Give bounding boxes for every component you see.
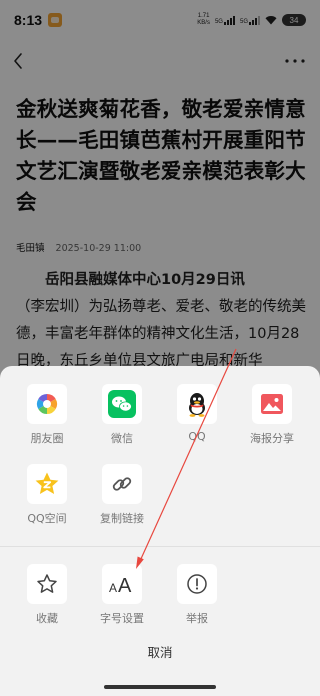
share-wechat-button[interactable]: 微信	[89, 384, 155, 446]
share-qq-button[interactable]: QQ	[164, 384, 230, 443]
wechat-icon	[108, 390, 136, 418]
favorite-button[interactable]: 收藏	[14, 564, 80, 626]
share-moments-label: 朋友圈	[30, 432, 64, 445]
share-poster-button[interactable]: 海报分享	[239, 384, 305, 446]
sheet-divider	[0, 546, 320, 547]
share-moments-button[interactable]: 朋友圈	[14, 384, 80, 446]
share-wechat-label: 微信	[111, 432, 133, 445]
report-icon	[187, 574, 207, 594]
font-size-glyph-small: A	[109, 581, 117, 594]
copy-link-button[interactable]: 复制链接	[89, 464, 155, 526]
share-qzone-label: QQ空间	[27, 512, 67, 525]
font-size-icon: A A	[109, 575, 132, 594]
font-size-glyph-large: A	[118, 575, 132, 594]
font-size-label: 字号设置	[100, 612, 144, 625]
share-qq-label: QQ	[188, 430, 206, 443]
share-poster-label: 海报分享	[250, 432, 294, 445]
font-size-button[interactable]: A A 字号设置	[89, 564, 155, 626]
report-label: 举报	[186, 612, 208, 625]
cancel-button[interactable]: 取消	[0, 642, 320, 666]
report-button[interactable]: 举报	[164, 564, 230, 626]
qzone-icon	[35, 472, 59, 494]
link-icon	[112, 477, 132, 491]
share-sheet: 朋友圈 微信 QQ 海报分享 QQ空间 复制链接 收藏 A A 字号设置 举报 …	[0, 366, 320, 696]
copy-link-label: 复制链接	[100, 512, 144, 525]
moments-icon	[36, 393, 58, 415]
qq-icon	[189, 393, 205, 417]
home-indicator	[104, 685, 216, 689]
favorite-label: 收藏	[36, 612, 58, 625]
star-icon	[37, 574, 57, 593]
poster-share-icon	[261, 394, 283, 414]
share-qzone-button[interactable]: QQ空间	[14, 464, 80, 526]
